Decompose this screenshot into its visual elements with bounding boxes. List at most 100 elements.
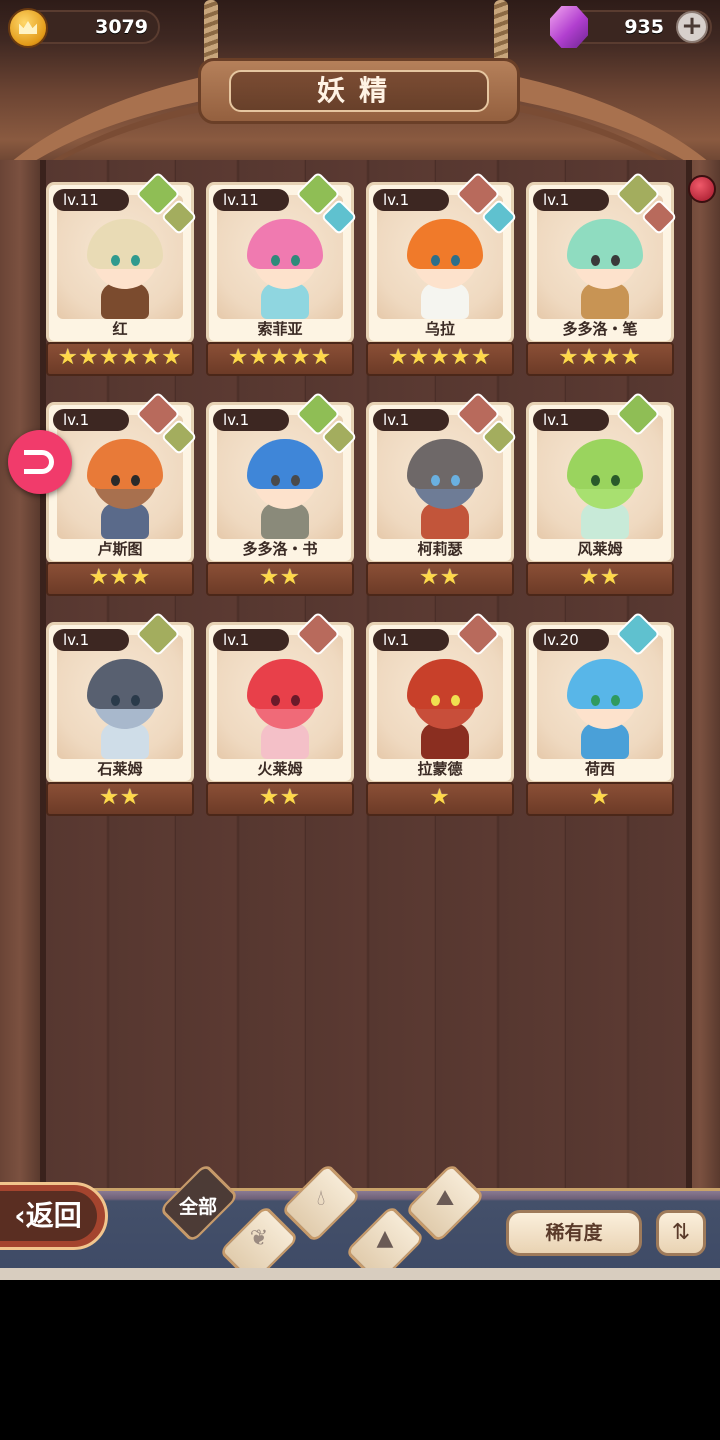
- fairy-card-face: lv.1 拉蒙德: [366, 622, 514, 784]
- fairy-portrait: [403, 439, 487, 539]
- fairy-collection-screen: 3079 935 + 妖精 lv.11 红 ★★★★★★ lv.11 索菲亚 ★★★★★ l…: [0, 0, 720, 1280]
- gold-amount: 3079: [95, 16, 148, 38]
- fairy-level-badge: lv.1: [533, 409, 609, 431]
- add-gems-button[interactable]: +: [676, 11, 708, 43]
- star-rating: ★★: [526, 562, 674, 596]
- portrait-eye: [591, 695, 600, 706]
- fairy-level-badge: lv.1: [53, 409, 129, 431]
- fairy-name: 石莱姆: [97, 760, 143, 778]
- fairy-name: 荷西: [584, 760, 615, 778]
- portrait-eye: [131, 695, 140, 706]
- star-rating: ★★: [206, 782, 354, 816]
- fairy-card[interactable]: lv.1 多多洛・书 ★★: [206, 391, 358, 598]
- water-drop-icon: 💧︎: [316, 1186, 326, 1211]
- fairy-portrait: [403, 659, 487, 759]
- gem-amount: 935: [624, 16, 664, 38]
- sprout-icon: ❦: [249, 1226, 269, 1251]
- portrait-eye: [451, 695, 460, 706]
- fairy-card[interactable]: lv.11 索菲亚 ★★★★★: [206, 171, 358, 378]
- star-rating: ★★: [46, 782, 194, 816]
- portrait-hair: [247, 219, 323, 269]
- fairy-portrait: [563, 659, 647, 759]
- back-button-label: ‹返回: [0, 1191, 97, 1241]
- gold-counter: 3079: [8, 8, 160, 48]
- floating-app-icon[interactable]: [8, 430, 72, 494]
- portrait-eye: [611, 475, 620, 486]
- portrait-eye: [271, 475, 280, 486]
- star-rating: ★★★★★★: [46, 342, 194, 376]
- star-rating: ★★★★★: [366, 342, 514, 376]
- fairy-level-badge: lv.1: [53, 629, 129, 651]
- back-button[interactable]: ‹返回: [0, 1182, 108, 1250]
- portrait-eye: [271, 255, 280, 266]
- filter-all-label: 全部: [178, 1196, 217, 1218]
- portrait-hair: [247, 659, 323, 709]
- fairy-name: 风莱姆: [577, 540, 623, 558]
- portrait-hair: [87, 659, 163, 709]
- fairy-level-badge: lv.1: [373, 189, 449, 211]
- title-sign: 妖精: [198, 58, 520, 124]
- portrait-hair: [407, 659, 483, 709]
- portrait-eye: [291, 255, 300, 266]
- star-rating: ★★★★★: [206, 342, 354, 376]
- ladybug-icon: [688, 175, 716, 203]
- fairy-portrait: [243, 219, 327, 319]
- portrait-eye: [271, 695, 280, 706]
- fairy-level-badge: lv.1: [533, 189, 609, 211]
- star-rating: ★★★: [46, 562, 194, 596]
- portrait-eye: [451, 475, 460, 486]
- sort-order-button[interactable]: ⇅: [656, 1210, 706, 1256]
- fairy-name: 拉蒙德: [417, 760, 463, 778]
- back-label-text: 返回: [25, 1199, 82, 1232]
- sort-icon: ⇅: [671, 1220, 691, 1245]
- portrait-eye: [131, 255, 140, 266]
- fairy-card[interactable]: lv.1 火莱姆 ★★: [206, 611, 354, 818]
- fairy-level-badge: lv.1: [373, 409, 449, 431]
- gem-counter: 935 +: [550, 6, 712, 48]
- fairy-card[interactable]: lv.1 拉蒙德 ★: [366, 611, 514, 818]
- page-title: 妖精: [229, 70, 489, 112]
- fairy-name: 柯莉瑟: [417, 540, 463, 558]
- fairy-card-face: lv.1 风莱姆: [526, 402, 674, 564]
- star-rating: ★: [526, 782, 674, 816]
- fairy-card[interactable]: lv.1 多多洛・笔 ★★★★: [526, 171, 678, 378]
- left-pillar: [0, 160, 40, 1190]
- fairy-name: 乌拉: [424, 320, 455, 338]
- portrait-hair: [247, 439, 323, 489]
- rarity-sort-button[interactable]: 稀有度: [506, 1210, 642, 1256]
- fairy-name: 卢斯图: [97, 540, 143, 558]
- fairy-name: 火莱姆: [257, 760, 303, 778]
- portrait-hair: [407, 219, 483, 269]
- gem-icon: [550, 6, 588, 48]
- portrait-eye: [431, 255, 440, 266]
- fairy-portrait: [243, 659, 327, 759]
- portrait-eye: [431, 695, 440, 706]
- fairy-level-badge: lv.11: [53, 189, 129, 211]
- fairy-card[interactable]: lv.11 红 ★★★★★★: [46, 171, 198, 378]
- fairy-card-face: lv.20 荷西: [526, 622, 674, 784]
- fairy-portrait: [403, 219, 487, 319]
- fairy-card[interactable]: lv.1 乌拉 ★★★★★: [366, 171, 518, 378]
- fairy-card[interactable]: lv.1 柯莉瑟 ★★: [366, 391, 518, 598]
- fairy-name: 多多洛・笔: [562, 320, 638, 338]
- fairy-card[interactable]: lv.20 荷西 ★: [526, 611, 674, 818]
- fairy-level-badge: lv.1: [373, 629, 449, 651]
- fairy-card[interactable]: lv.1 石莱姆 ★★: [46, 611, 194, 818]
- portrait-eye: [451, 255, 460, 266]
- fairy-portrait: [83, 219, 167, 319]
- fairy-name: 红: [112, 320, 128, 338]
- portrait-eye: [591, 475, 600, 486]
- fairy-card[interactable]: lv.1 卢斯图 ★★★: [46, 391, 198, 598]
- portrait-eye: [291, 475, 300, 486]
- fairy-level-badge: lv.1: [213, 409, 289, 431]
- fairy-portrait: [563, 219, 647, 319]
- fairy-level-badge: lv.1: [213, 629, 289, 651]
- volcano-icon: ⛰︎: [435, 1186, 455, 1211]
- fairy-card-face: lv.1 石莱姆: [46, 622, 194, 784]
- fairy-name: 多多洛・书: [242, 540, 318, 558]
- mountain-icon: ▲: [376, 1226, 394, 1251]
- portrait-hair: [567, 219, 643, 269]
- crown-coin-icon: [8, 8, 48, 48]
- fairy-card[interactable]: lv.1 风莱姆 ★★: [526, 391, 674, 598]
- portrait-hair: [567, 659, 643, 709]
